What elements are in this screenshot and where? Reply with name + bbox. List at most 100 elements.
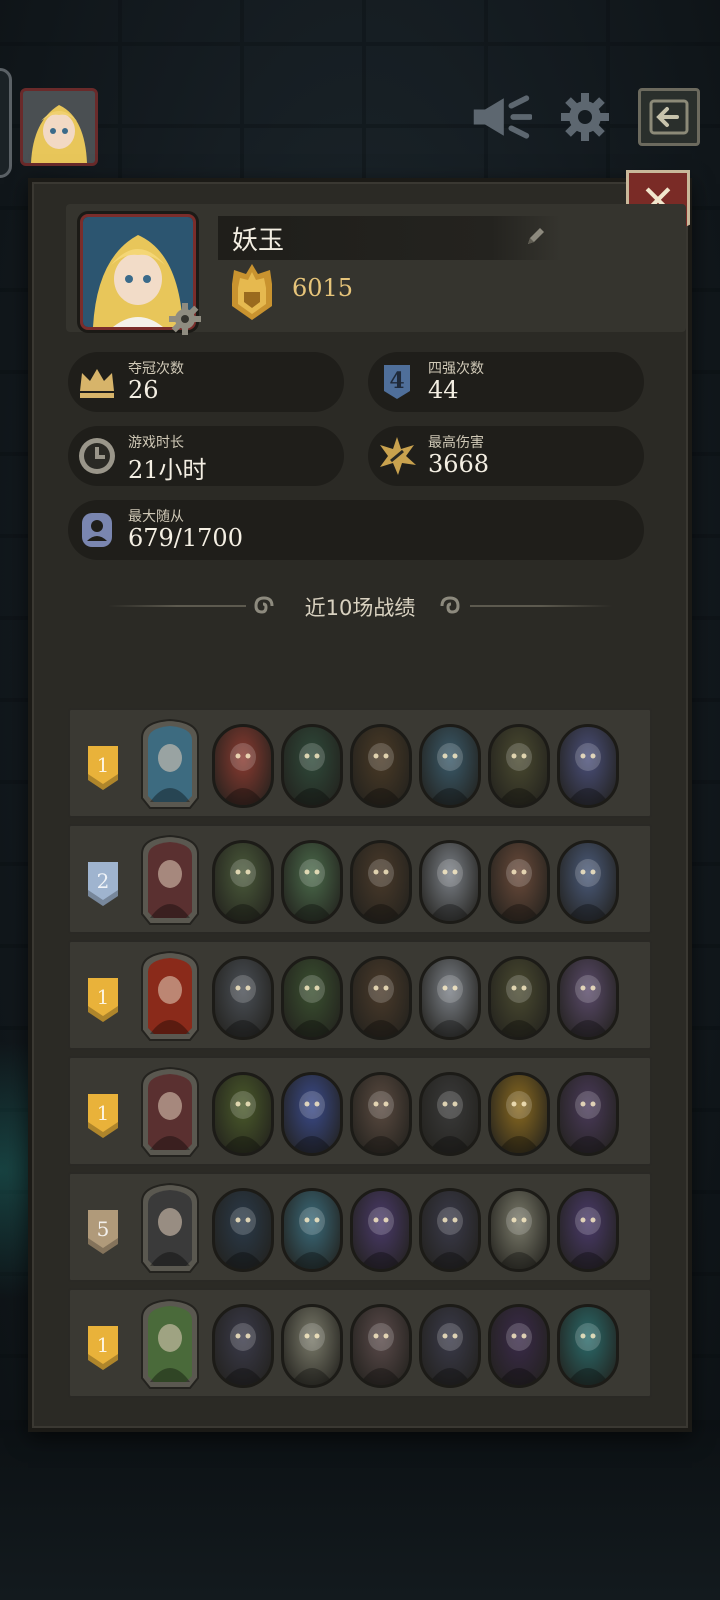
player-name: 妖玉	[232, 226, 285, 256]
unit-portrait[interactable]	[488, 956, 550, 1040]
stat-max-followers: 最大随从 679/1700	[68, 500, 644, 560]
unit-portrait[interactable]	[212, 1072, 274, 1156]
unit-portrait[interactable]	[281, 1188, 343, 1272]
hero-portrait-icon[interactable]	[136, 950, 204, 1042]
crown-icon	[80, 369, 114, 398]
unit-portrait[interactable]	[281, 1072, 343, 1156]
side-menu-tab[interactable]	[0, 68, 12, 178]
unit-figure-icon	[359, 743, 403, 805]
hero-portrait-icon[interactable]	[136, 718, 204, 810]
unit-portrait[interactable]	[281, 956, 343, 1040]
unit-figure-icon	[497, 975, 541, 1037]
unit-figure-icon	[290, 1323, 334, 1385]
hero-portrait-icon[interactable]	[136, 834, 204, 926]
unit-portrait[interactable]	[557, 724, 619, 808]
unit-portrait[interactable]	[488, 1188, 550, 1272]
match-row[interactable]: 1	[68, 1056, 652, 1166]
unit-figure-icon	[359, 975, 403, 1037]
match-row[interactable]: 2	[68, 824, 652, 934]
unit-portrait[interactable]	[350, 840, 412, 924]
exit-arrow-icon	[649, 99, 689, 135]
stat-value: 679/1700	[128, 524, 243, 552]
pencil-icon	[528, 228, 544, 244]
unit-portrait[interactable]	[419, 956, 481, 1040]
edit-name-button[interactable]	[524, 224, 548, 252]
unit-portrait[interactable]	[212, 1304, 274, 1388]
unit-portrait[interactable]	[419, 1072, 481, 1156]
unit-portrait[interactable]	[488, 1304, 550, 1388]
unit-figure-icon	[428, 743, 472, 805]
follower-icon	[82, 513, 112, 547]
stat-max-damage: 最高伤害 3668	[368, 426, 644, 486]
unit-portrait[interactable]	[557, 956, 619, 1040]
unit-portrait[interactable]	[419, 1188, 481, 1272]
match-row[interactable]: 1	[68, 1288, 652, 1398]
unit-figure-icon	[497, 1091, 541, 1153]
unit-portrait[interactable]	[350, 956, 412, 1040]
player-score: 6015	[292, 274, 354, 302]
unit-figure-icon	[428, 1091, 472, 1153]
unit-portrait[interactable]	[350, 1072, 412, 1156]
unit-portrait[interactable]	[419, 1304, 481, 1388]
rank-number: 2	[97, 869, 110, 893]
background-floor	[0, 1420, 720, 1600]
unit-portrait[interactable]	[488, 1072, 550, 1156]
announcement-button[interactable]	[470, 88, 532, 146]
unit-portrait[interactable]	[557, 1072, 619, 1156]
unit-figure-icon	[497, 743, 541, 805]
unit-portrait[interactable]	[557, 840, 619, 924]
hero-portrait-icon[interactable]	[136, 1066, 204, 1158]
avatar-portrait-icon	[23, 91, 95, 163]
match-history-list[interactable]: 1 2 1 1 5 1	[68, 708, 652, 1404]
stat-value: 26	[128, 376, 159, 404]
unit-figure-icon	[290, 859, 334, 921]
stat-value: 21小时	[128, 456, 207, 484]
stat-championships: 夺冠次数 26	[68, 352, 344, 412]
unit-figure-icon	[359, 1091, 403, 1153]
match-row[interactable]: 5	[68, 1172, 652, 1282]
rank-number: 1	[97, 1101, 110, 1125]
unit-portrait[interactable]	[212, 1188, 274, 1272]
stat-value: 3668	[428, 450, 490, 478]
unit-portrait[interactable]	[488, 840, 550, 924]
section-title: 近10场战绩	[304, 596, 416, 620]
exit-button[interactable]	[638, 88, 700, 146]
rank-number: 5	[97, 1217, 110, 1241]
unit-figure-icon	[497, 859, 541, 921]
match-row[interactable]: 1	[68, 940, 652, 1050]
unit-portrait[interactable]	[488, 724, 550, 808]
rank-trophy-icon	[226, 262, 278, 322]
settings-button[interactable]	[554, 88, 616, 146]
top4-badge-icon: 4	[384, 365, 410, 399]
unit-portrait[interactable]	[212, 840, 274, 924]
unit-portrait[interactable]	[281, 724, 343, 808]
avatar-settings-button[interactable]	[168, 302, 202, 336]
top-toolbar	[470, 88, 700, 146]
unit-figure-icon	[221, 1207, 265, 1269]
unit-portrait[interactable]	[281, 840, 343, 924]
unit-portrait[interactable]	[281, 1304, 343, 1388]
top-player-avatar[interactable]	[20, 88, 98, 166]
unit-portrait[interactable]	[350, 1304, 412, 1388]
unit-portrait[interactable]	[419, 840, 481, 924]
unit-portrait[interactable]	[350, 724, 412, 808]
unit-portrait[interactable]	[557, 1188, 619, 1272]
swirl-ornament-icon	[440, 596, 460, 614]
unit-portrait[interactable]	[212, 956, 274, 1040]
rank-number: 1	[97, 753, 110, 777]
gear-icon	[169, 303, 201, 335]
unit-portrait[interactable]	[350, 1188, 412, 1272]
burst-icon	[380, 437, 416, 475]
hero-portrait-icon[interactable]	[136, 1182, 204, 1274]
unit-portrait[interactable]	[419, 724, 481, 808]
match-row[interactable]: 1	[68, 708, 652, 818]
rank-badge: 5	[88, 1210, 118, 1254]
unit-portrait[interactable]	[212, 724, 274, 808]
unit-figure-icon	[566, 859, 610, 921]
stat-top4: 4 四强次数 44	[368, 352, 644, 412]
hero-portrait-icon[interactable]	[136, 1298, 204, 1390]
unit-portrait[interactable]	[557, 1304, 619, 1388]
rank-badge: 1	[88, 746, 118, 790]
stat-playtime: 游戏时长 21小时	[68, 426, 344, 486]
clock-icon	[79, 438, 115, 474]
